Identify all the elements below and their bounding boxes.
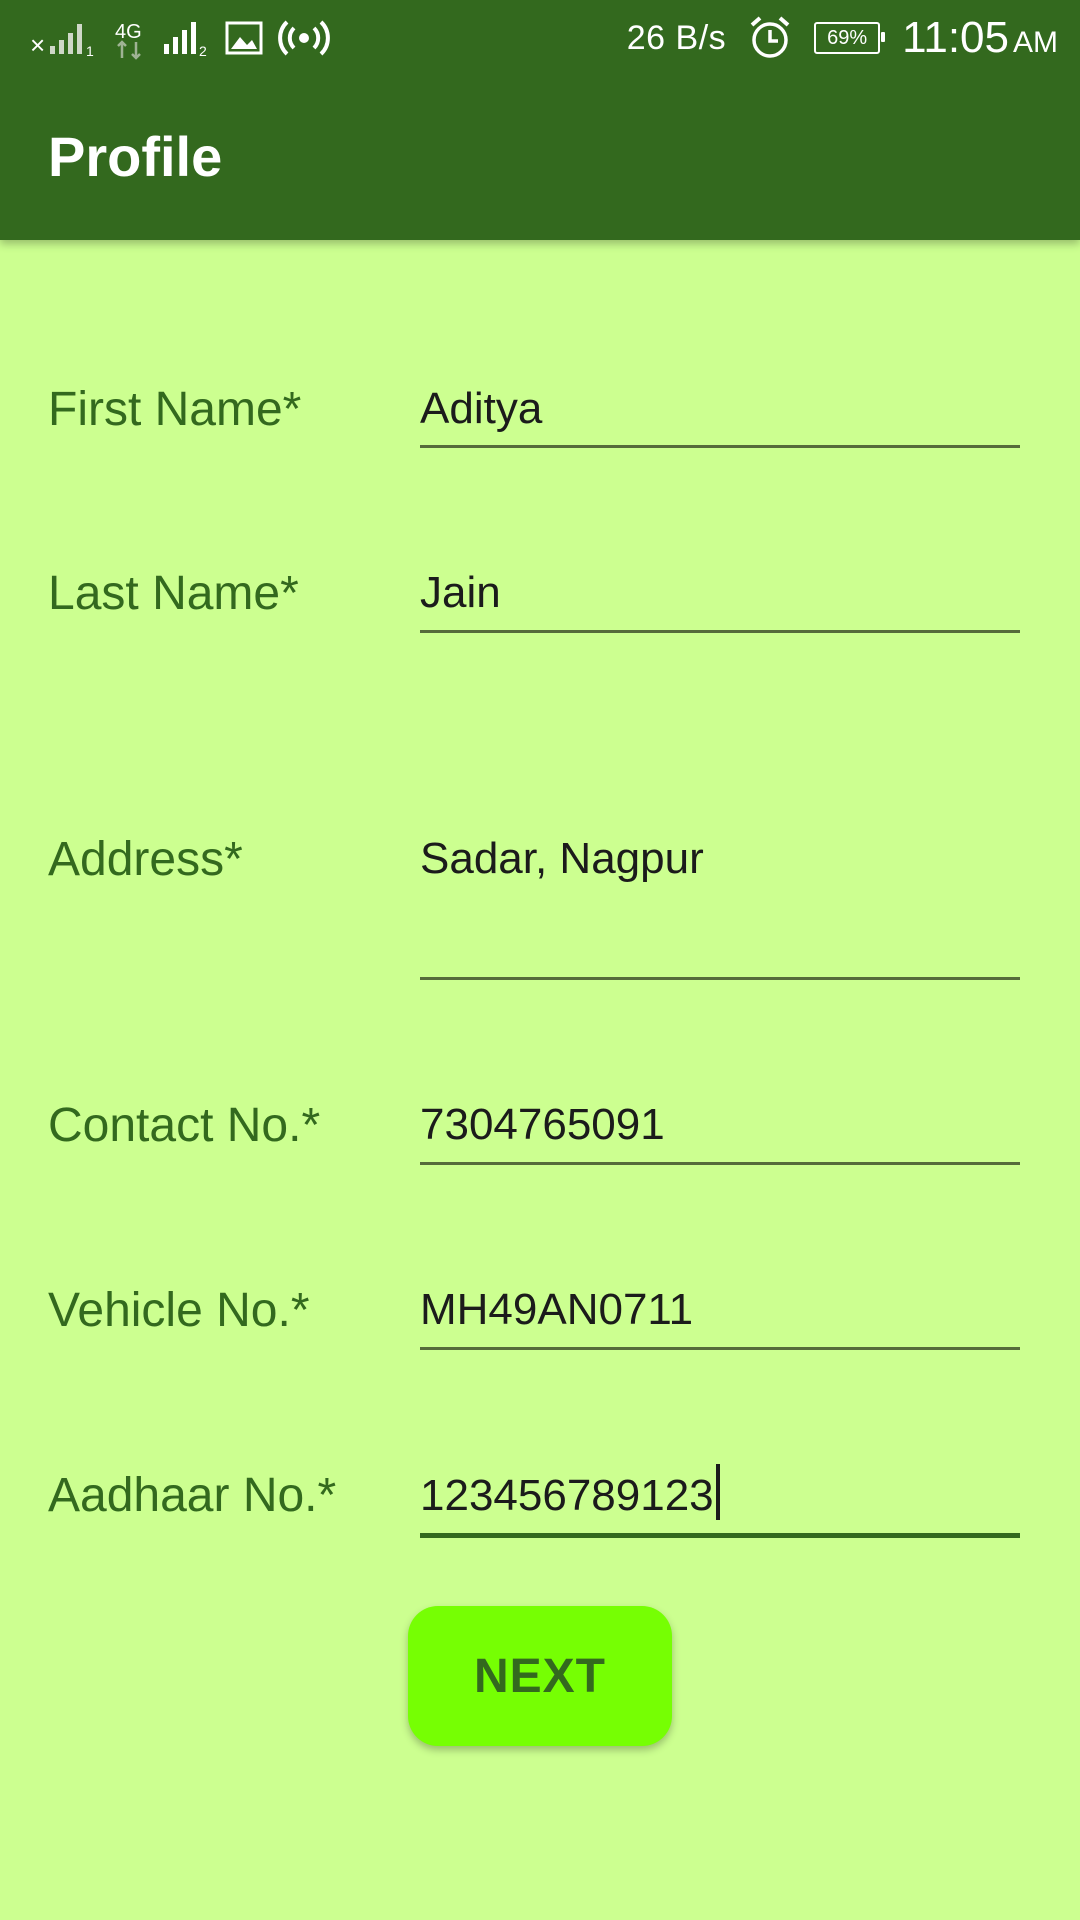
svg-text:2: 2	[199, 43, 207, 58]
image-icon	[225, 21, 263, 55]
status-icons-left: × 1 4G 2	[28, 12, 330, 64]
last-name-field[interactable]: Jain	[420, 568, 1020, 633]
address-value: Sadar, Nagpur	[420, 834, 704, 883]
vehicle-field[interactable]: MH49AN0711	[420, 1285, 1020, 1350]
contact-field[interactable]: 7304765091	[420, 1100, 1020, 1165]
contact-label: Contact No.*	[48, 1099, 321, 1152]
clock-ampm: AM	[1013, 26, 1058, 59]
battery-icon: 69%	[814, 22, 886, 54]
svg-text:4G: 4G	[115, 21, 142, 43]
text-cursor	[715, 1464, 720, 1520]
first-name-value: Aditya	[420, 384, 543, 433]
contact-value: 7304765091	[420, 1100, 665, 1149]
svg-text:×: ×	[30, 30, 45, 58]
vehicle-value: MH49AN0711	[420, 1285, 694, 1334]
signal-1-icon: × 1	[30, 24, 94, 58]
battery-level: 69%	[827, 26, 868, 49]
last-name-value: Jain	[420, 568, 501, 617]
hotspot-icon	[278, 20, 330, 56]
first-name-field[interactable]: Aditya	[420, 384, 1020, 448]
clock-time: 11:05	[902, 13, 1009, 62]
aadhaar-field[interactable]: 123456789123	[420, 1464, 1020, 1538]
net-speed: 26 B/s	[626, 18, 727, 57]
app-header: × 1 4G 2 26 B/s 69% 11:05 AM Profile	[0, 0, 1080, 240]
4g-icon: 4G	[115, 21, 142, 60]
page-title: Profile	[48, 125, 223, 188]
signal-2-icon: 2	[164, 22, 207, 58]
first-name-label: First Name*	[48, 383, 302, 436]
svg-text:1: 1	[86, 43, 94, 58]
last-name-label: Last Name*	[48, 567, 299, 620]
clock: 11:05 AM	[902, 13, 1058, 63]
aadhaar-label: Aadhaar No.*	[48, 1469, 337, 1522]
status-icons-right: 26 B/s 69% 11:05 AM	[627, 8, 1058, 68]
address-field[interactable]: Sadar, Nagpur	[420, 834, 1020, 980]
next-button[interactable]: NEXT	[408, 1606, 672, 1746]
aadhaar-value: 123456789123	[420, 1471, 714, 1520]
vehicle-label: Vehicle No.*	[48, 1284, 310, 1337]
address-label: Address*	[48, 833, 243, 886]
alarm-icon	[750, 16, 790, 58]
status-bar: × 1 4G 2 26 B/s 69% 11:05 AM	[0, 0, 1080, 76]
